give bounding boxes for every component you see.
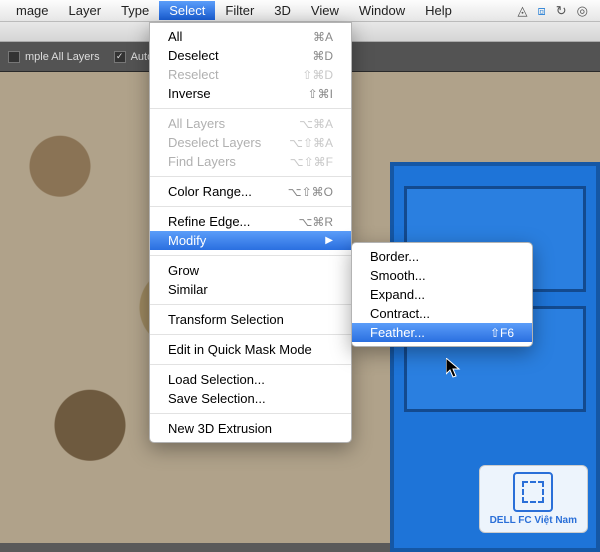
menu-separator xyxy=(150,108,351,109)
sync-icon[interactable]: ↻ xyxy=(556,3,567,19)
menu-item-refine-edge[interactable]: Refine Edge...⌥⌘R xyxy=(150,212,351,231)
sample-all-layers-label: mple All Layers xyxy=(25,51,100,63)
menubar-status-icons: ◬ ⧈ ↻ ◎ xyxy=(517,3,594,19)
submenu-item-feather[interactable]: Feather...⇧F6 xyxy=(352,323,532,342)
menu-item-deselect-layers: Deselect Layers⌥⇧⌘A xyxy=(150,133,351,152)
gdrive-icon[interactable]: ◬ xyxy=(517,3,527,19)
menu-item-inverse[interactable]: Inverse⇧⌘I xyxy=(150,84,351,103)
watermark-text: DELL FC Việt Nam xyxy=(490,515,577,526)
menu-help[interactable]: Help xyxy=(415,1,462,20)
menu-separator xyxy=(150,206,351,207)
menu-window[interactable]: Window xyxy=(349,1,415,20)
menu-item-grow[interactable]: Grow xyxy=(150,261,351,280)
menu-3d[interactable]: 3D xyxy=(264,1,301,20)
system-menubar: mage Layer Type Select Filter 3D View Wi… xyxy=(0,0,600,22)
cc-icon[interactable]: ◎ xyxy=(577,3,588,19)
sample-all-layers-option[interactable]: mple All Layers xyxy=(8,51,100,63)
menu-item-quick-mask[interactable]: Edit in Quick Mask Mode xyxy=(150,340,351,359)
menu-item-transform-selection[interactable]: Transform Selection xyxy=(150,310,351,329)
checkbox-checked-icon: ✓ xyxy=(114,51,126,63)
select-menu-dropdown: All⌘A Deselect⌘D Reselect⇧⌘D Inverse⇧⌘I … xyxy=(149,22,352,443)
menu-item-all-layers: All Layers⌥⌘A xyxy=(150,114,351,133)
menu-item-all[interactable]: All⌘A xyxy=(150,27,351,46)
menu-separator xyxy=(150,364,351,365)
watermark-logo: DELL FC Việt Nam xyxy=(479,465,588,533)
menu-image[interactable]: mage xyxy=(6,1,59,20)
menu-item-modify[interactable]: Modify▶ xyxy=(150,231,351,250)
menu-filter[interactable]: Filter xyxy=(215,1,264,20)
menu-separator xyxy=(150,413,351,414)
chevron-right-icon: ▶ xyxy=(325,235,333,246)
submenu-item-contract[interactable]: Contract... xyxy=(352,304,532,323)
menu-item-similar[interactable]: Similar xyxy=(150,280,351,299)
menu-view[interactable]: View xyxy=(301,1,349,20)
menu-item-find-layers: Find Layers⌥⇧⌘F xyxy=(150,152,351,171)
menu-type[interactable]: Type xyxy=(111,1,159,20)
modify-submenu: Border... Smooth... Expand... Contract..… xyxy=(351,242,533,347)
menu-separator xyxy=(150,334,351,335)
chip-icon xyxy=(513,472,553,512)
menu-item-save-selection[interactable]: Save Selection... xyxy=(150,389,351,408)
menu-separator xyxy=(150,176,351,177)
menu-item-load-selection[interactable]: Load Selection... xyxy=(150,370,351,389)
menu-item-new-3d-extrusion[interactable]: New 3D Extrusion xyxy=(150,419,351,438)
submenu-item-border[interactable]: Border... xyxy=(352,247,532,266)
menu-layer[interactable]: Layer xyxy=(59,1,112,20)
menu-separator xyxy=(150,304,351,305)
menu-item-reselect: Reselect⇧⌘D xyxy=(150,65,351,84)
menu-item-color-range[interactable]: Color Range...⌥⇧⌘O xyxy=(150,182,351,201)
menu-separator xyxy=(150,255,351,256)
submenu-item-expand[interactable]: Expand... xyxy=(352,285,532,304)
checkbox-unchecked-icon xyxy=(8,51,20,63)
dropbox-icon[interactable]: ⧈ xyxy=(537,3,545,19)
menu-item-deselect[interactable]: Deselect⌘D xyxy=(150,46,351,65)
menu-select[interactable]: Select xyxy=(159,1,215,20)
submenu-item-smooth[interactable]: Smooth... xyxy=(352,266,532,285)
